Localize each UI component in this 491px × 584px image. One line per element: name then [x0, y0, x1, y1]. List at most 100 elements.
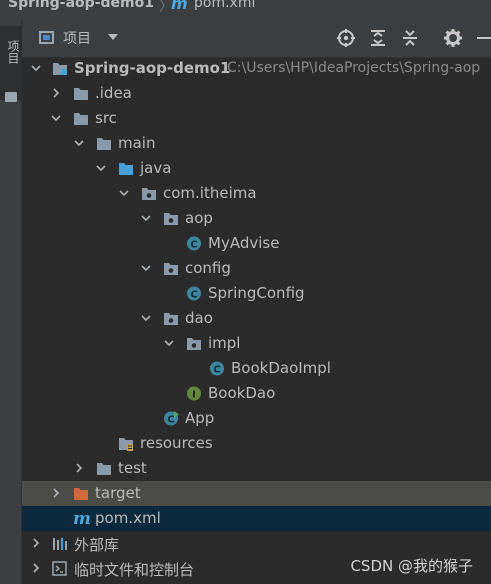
dropdown-arrow-icon[interactable]	[108, 34, 118, 40]
tree-row-springconfig[interactable]: SpringConfig	[22, 281, 491, 306]
tree-label-app: App	[185, 409, 215, 427]
tree-label-external-libraries: 外部库	[74, 536, 120, 554]
tree-row-aop[interactable]: aop	[22, 206, 491, 231]
title-bar: Spring-aop-demo1 〉 m pom.xml	[0, 0, 491, 18]
tree-row-target[interactable]: target	[22, 481, 491, 506]
interface-icon	[186, 386, 202, 401]
tree-label-scratches: 临时文件和控制台	[74, 561, 195, 579]
tree-row-java[interactable]: java	[22, 156, 491, 181]
class-icon	[186, 236, 202, 251]
tree-label-idea: .idea	[95, 84, 132, 102]
expand-all-icon	[371, 30, 385, 46]
chevron-right-icon[interactable]	[51, 488, 61, 498]
chevron-right-icon[interactable]	[31, 563, 41, 573]
tree-row-src[interactable]: src	[22, 106, 491, 131]
tree-label-src: src	[95, 109, 117, 127]
chevron-down-icon[interactable]	[141, 213, 151, 223]
tree-label-springconfig: SpringConfig	[208, 284, 305, 302]
chevron-down-icon[interactable]	[31, 63, 41, 73]
chevron-down-icon[interactable]	[74, 138, 84, 148]
project-view-icon	[39, 31, 54, 44]
tree-row-bookdaoimpl[interactable]: BookDaoImpl	[22, 356, 491, 381]
tree-label-resources: resources	[140, 434, 213, 452]
chevron-right-icon[interactable]	[74, 463, 84, 473]
libraries-icon	[52, 536, 68, 551]
breadcrumb-project[interactable]: Spring-aop-demo1	[8, 0, 154, 11]
tree-row-myadvise[interactable]: MyAdvise	[22, 231, 491, 256]
collapse-all-icon	[403, 30, 417, 46]
select-opened-file-button[interactable]	[336, 28, 356, 48]
tree-row-config[interactable]: config	[22, 256, 491, 281]
tree-row-bookdao[interactable]: BookDao	[22, 381, 491, 406]
package-icon	[141, 186, 157, 201]
runnable-class-icon	[163, 411, 179, 426]
minimize-icon	[477, 37, 491, 39]
tree-label-package: com.itheima	[163, 184, 257, 202]
collapse-all-button[interactable]	[400, 28, 420, 48]
folder-icon	[96, 136, 112, 151]
package-icon	[163, 211, 179, 226]
tree-label-main: main	[118, 134, 156, 152]
tree-row-pom[interactable]: m pom.xml	[22, 506, 491, 531]
class-icon	[209, 361, 225, 376]
package-icon	[163, 261, 179, 276]
tree-label-myadvise: MyAdvise	[208, 234, 280, 252]
tree-row-impl[interactable]: impl	[22, 331, 491, 356]
tree-label-bookdaoimpl: BookDaoImpl	[231, 359, 331, 377]
scratches-icon	[52, 561, 68, 576]
class-icon	[186, 286, 202, 301]
tree-label-java: java	[140, 159, 172, 177]
tree-label-aop: aop	[185, 209, 213, 227]
maven-icon: m	[73, 509, 91, 529]
folder-icon	[73, 111, 89, 126]
folder-icon	[73, 86, 89, 101]
view-selector-label[interactable]: 项目	[63, 28, 91, 48]
expand-all-button[interactable]	[368, 28, 388, 48]
project-tool-tab-label: 项目	[6, 40, 20, 64]
resources-folder-icon	[118, 436, 134, 451]
project-tool-tab[interactable]: 项目	[0, 26, 22, 102]
tree-row-idea[interactable]: .idea	[22, 81, 491, 106]
tree-row-main[interactable]: main	[22, 131, 491, 156]
tree-label-target: target	[95, 484, 141, 502]
gear-icon	[444, 29, 462, 47]
folder-icon	[96, 461, 112, 476]
tree-row-project-root[interactable]: Spring-aop-demo1 C:\Users\HP\IdeaProject…	[22, 56, 491, 81]
tool-window-stripe: 项目	[0, 18, 22, 584]
tree-row-test[interactable]: test	[22, 456, 491, 481]
chevron-right-icon[interactable]	[31, 538, 41, 548]
tree-label-config: config	[185, 259, 231, 277]
package-icon	[163, 311, 179, 326]
chevron-down-icon[interactable]	[51, 113, 61, 123]
package-icon	[186, 336, 202, 351]
tree-row-app[interactable]: App	[22, 406, 491, 431]
options-button[interactable]	[443, 28, 463, 48]
project-toolbar: 项目	[22, 18, 491, 58]
tree-row-dao[interactable]: dao	[22, 306, 491, 331]
project-tree: Spring-aop-demo1 C:\Users\HP\IdeaProject…	[22, 56, 491, 584]
tree-label-pom: pom.xml	[95, 509, 161, 527]
module-folder-icon	[52, 61, 68, 76]
watermark: CSDN @我的猴子	[350, 557, 473, 575]
tree-label-test: test	[118, 459, 147, 477]
tree-row-package[interactable]: com.itheima	[22, 181, 491, 206]
chevron-down-icon[interactable]	[96, 163, 106, 173]
project-path: C:\Users\HP\IdeaProjects\Spring-aop	[227, 60, 481, 76]
tree-label-bookdao: BookDao	[208, 384, 276, 402]
chevron-down-icon[interactable]	[141, 263, 151, 273]
excluded-folder-icon	[73, 486, 89, 501]
project-name: Spring-aop-demo1	[74, 59, 231, 77]
chevron-down-icon[interactable]	[164, 338, 174, 348]
breadcrumb-file[interactable]: pom.xml	[194, 0, 255, 11]
hide-button[interactable]	[474, 28, 491, 48]
chevron-down-icon[interactable]	[119, 188, 129, 198]
locate-icon	[337, 29, 355, 47]
tree-label-dao: dao	[185, 309, 213, 327]
maven-icon: m	[171, 0, 188, 13]
folder-icon	[5, 92, 17, 102]
tree-label-impl: impl	[208, 334, 241, 352]
chevron-down-icon[interactable]	[141, 313, 151, 323]
tree-row-external-libraries[interactable]: 外部库	[22, 531, 491, 556]
tree-row-resources[interactable]: resources	[22, 431, 491, 456]
chevron-right-icon[interactable]	[51, 88, 61, 98]
